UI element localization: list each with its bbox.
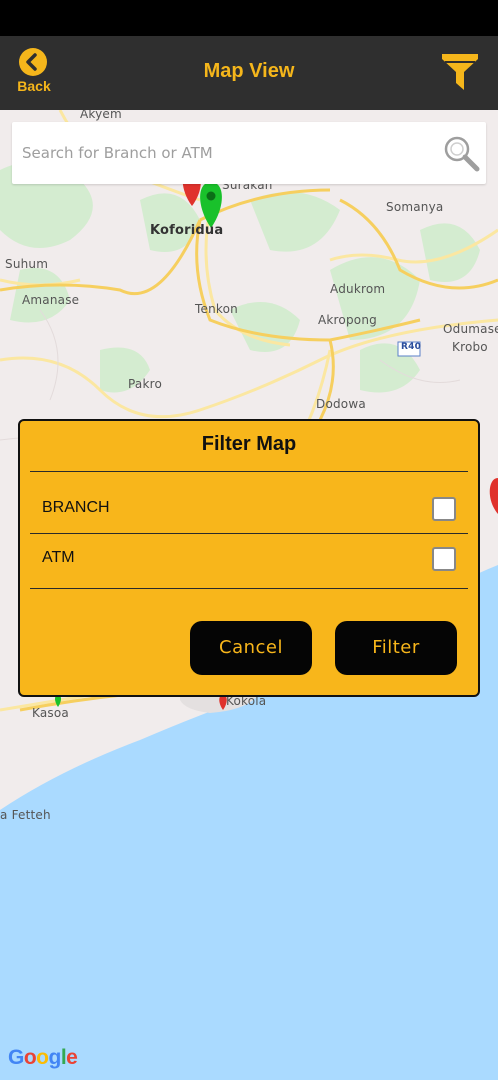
app-header: Back Map View xyxy=(0,36,498,110)
page-title: Map View xyxy=(203,60,295,82)
atm-checkbox[interactable] xyxy=(432,547,456,571)
map-label-pakro: Pakro xyxy=(128,377,163,391)
branch-checkbox[interactable] xyxy=(432,497,456,521)
filter-dialog: Filter Map BRANCH ATM Cancel Filter xyxy=(18,419,480,697)
status-bar xyxy=(0,0,498,36)
road-badge-r40: R40 xyxy=(401,342,422,352)
map-label-adukrom: Adukrom xyxy=(330,282,386,296)
map-label-suhum: Suhum xyxy=(5,257,49,271)
atm-option-label: ATM xyxy=(42,549,75,566)
search-bar xyxy=(12,122,486,184)
dialog-title: Filter Map xyxy=(201,433,297,455)
map-label-dodowa: Dodowa xyxy=(316,397,366,411)
search-icon[interactable] xyxy=(442,134,480,172)
divider xyxy=(30,533,468,534)
map-label-fetteh: a Fetteh xyxy=(0,808,51,822)
filter-icon[interactable] xyxy=(440,50,480,94)
map-label-kasoa: Kasoa xyxy=(32,706,69,720)
map-label-koforidua: Koforidua xyxy=(150,223,224,238)
map-label-tenkon: Tenkon xyxy=(195,302,238,316)
filter-button[interactable]: Filter xyxy=(335,621,457,675)
divider xyxy=(30,471,468,472)
map-label-akropong: Akropong xyxy=(318,313,377,327)
divider xyxy=(30,588,468,589)
map-label-somanya: Somanya xyxy=(386,200,444,214)
map-label-krobo: Krobo xyxy=(452,340,488,354)
cancel-button[interactable]: Cancel xyxy=(190,621,312,675)
map-label-odumase: Odumase xyxy=(443,322,498,336)
google-logo: Google xyxy=(8,1046,78,1069)
map-label-amanase: Amanase xyxy=(22,293,80,307)
map-label-akyem: Akyem xyxy=(80,110,122,121)
branch-option-label: BRANCH xyxy=(42,499,110,516)
search-input[interactable] xyxy=(22,138,422,168)
